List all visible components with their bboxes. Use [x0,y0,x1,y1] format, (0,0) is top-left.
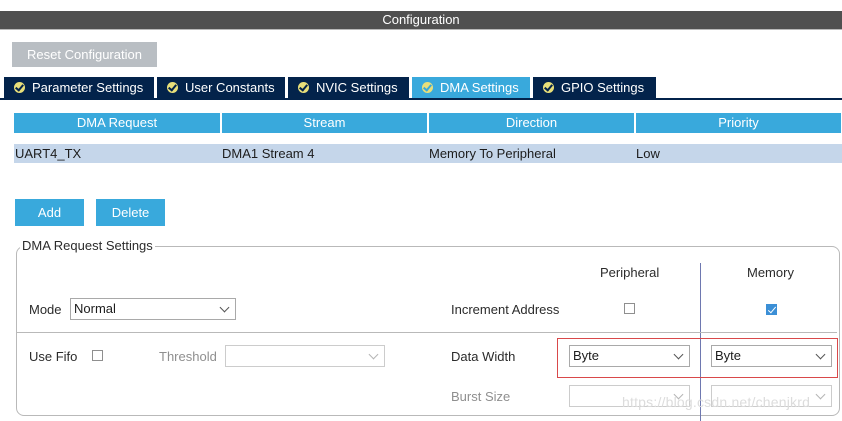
data-width-memory-value: Byte [715,348,742,363]
tab-dma-settings[interactable]: DMA Settings [412,77,530,98]
title-divider [0,29,842,30]
column-header-dma-request[interactable]: DMA Request [14,113,220,133]
tab-label: DMA Settings [440,80,519,95]
use-fifo-label: Use Fifo [29,349,78,364]
threshold-label: Threshold [159,349,217,364]
check-circle-icon [14,82,25,93]
data-width-peripheral-select[interactable]: Byte [569,345,690,367]
watermark-text: https://blog.csdn.net/chenjkrd [622,394,811,410]
delete-button[interactable]: Delete [96,199,165,226]
add-button[interactable]: Add [15,199,84,226]
increment-memory-checkbox[interactable] [766,304,777,315]
data-width-memory-select[interactable]: Byte [711,345,832,367]
tab-label: User Constants [185,80,275,95]
memory-column-header: Memory [747,265,794,280]
tab-label: GPIO Settings [561,80,645,95]
check-circle-icon [298,82,309,93]
column-header-direction[interactable]: Direction [429,113,634,133]
threshold-select[interactable] [225,345,385,367]
data-width-label: Data Width [451,349,516,364]
row-divider [17,332,837,333]
mode-label: Mode [29,302,62,317]
tab-label: Parameter Settings [32,80,144,95]
use-fifo-checkbox[interactable] [92,350,103,361]
check-circle-icon [422,82,433,93]
tab-user-constants[interactable]: User Constants [157,77,285,98]
chevron-down-icon [368,349,379,360]
cell-dma-request[interactable]: UART4_TX [15,144,81,163]
panel-title: Configuration [0,11,842,29]
column-header-priority[interactable]: Priority [636,113,841,133]
tab-parameter-settings[interactable]: Parameter Settings [4,77,154,98]
increment-peripheral-checkbox[interactable] [624,303,635,314]
check-circle-icon [543,82,554,93]
tab-label: NVIC Settings [316,80,398,95]
chevron-down-icon [815,349,826,360]
reset-configuration-button[interactable]: Reset Configuration [12,42,157,67]
table-row[interactable] [14,144,842,163]
peripheral-column-header: Peripheral [600,265,660,280]
increment-address-label: Increment Address [451,302,560,317]
cell-priority[interactable]: Low [636,144,660,163]
mode-select-value: Normal [74,301,116,316]
burst-size-label: Burst Size [451,389,511,404]
column-header-stream[interactable]: Stream [222,113,427,133]
tab-gpio-settings[interactable]: GPIO Settings [533,77,656,98]
cell-stream[interactable]: DMA1 Stream 4 [222,144,314,163]
chevron-down-icon [219,302,230,313]
check-circle-icon [167,82,178,93]
chevron-down-icon [673,349,684,360]
cell-direction[interactable]: Memory To Peripheral [429,144,556,163]
data-width-peripheral-value: Byte [573,348,600,363]
tab-bar-underline [0,98,842,100]
mode-select[interactable]: Normal [70,298,236,320]
tab-nvic-settings[interactable]: NVIC Settings [288,77,409,98]
chevron-down-icon [815,389,826,400]
group-legend: DMA Request Settings [20,238,155,253]
